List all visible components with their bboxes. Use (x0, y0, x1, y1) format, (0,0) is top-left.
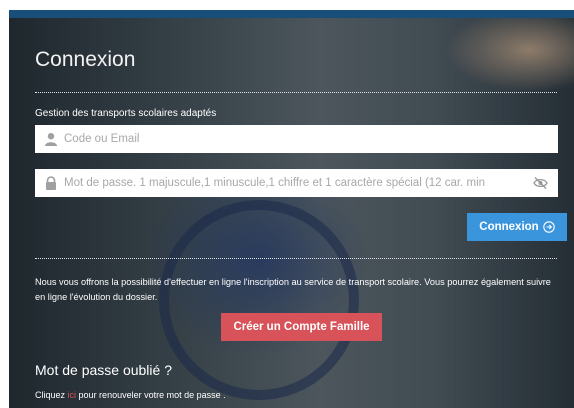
forgot-password-text: Cliquez ici pour renouveler votre mot de… (35, 390, 226, 400)
forgot-password-link[interactable]: ici (68, 390, 77, 400)
forgot-suffix: pour renouveler votre mot de passe . (78, 390, 226, 400)
page-title: Connexion (35, 48, 136, 71)
person-icon (45, 133, 57, 146)
create-family-account-button[interactable]: Créer un Compte Famille (221, 313, 382, 341)
lock-icon (46, 176, 56, 190)
password-field[interactable]: Mot de passe. 1 majuscule,1 minuscule,1 … (35, 169, 558, 197)
title-divider (35, 92, 557, 93)
connexion-button[interactable]: Connexion (467, 213, 567, 241)
section-divider (35, 258, 557, 259)
subtitle: Gestion des transports scolaires adaptés (35, 108, 217, 119)
code-email-placeholder: Code ou Email (64, 133, 140, 145)
login-panel: Connexion Gestion des transports scolair… (9, 10, 574, 408)
forgot-password-title: Mot de passe oublié ? (35, 362, 172, 378)
connexion-button-label: Connexion (479, 221, 539, 233)
top-strip (0, 0, 574, 10)
eye-slash-icon[interactable] (533, 176, 548, 190)
password-placeholder: Mot de passe. 1 majuscule,1 minuscule,1 … (64, 177, 486, 189)
info-text: Nous vous offrons la possibilité d'effec… (35, 277, 551, 302)
code-email-field[interactable]: Code ou Email (35, 125, 558, 153)
forgot-prefix: Cliquez (35, 390, 66, 400)
circle-arrow-right-icon (542, 221, 555, 233)
